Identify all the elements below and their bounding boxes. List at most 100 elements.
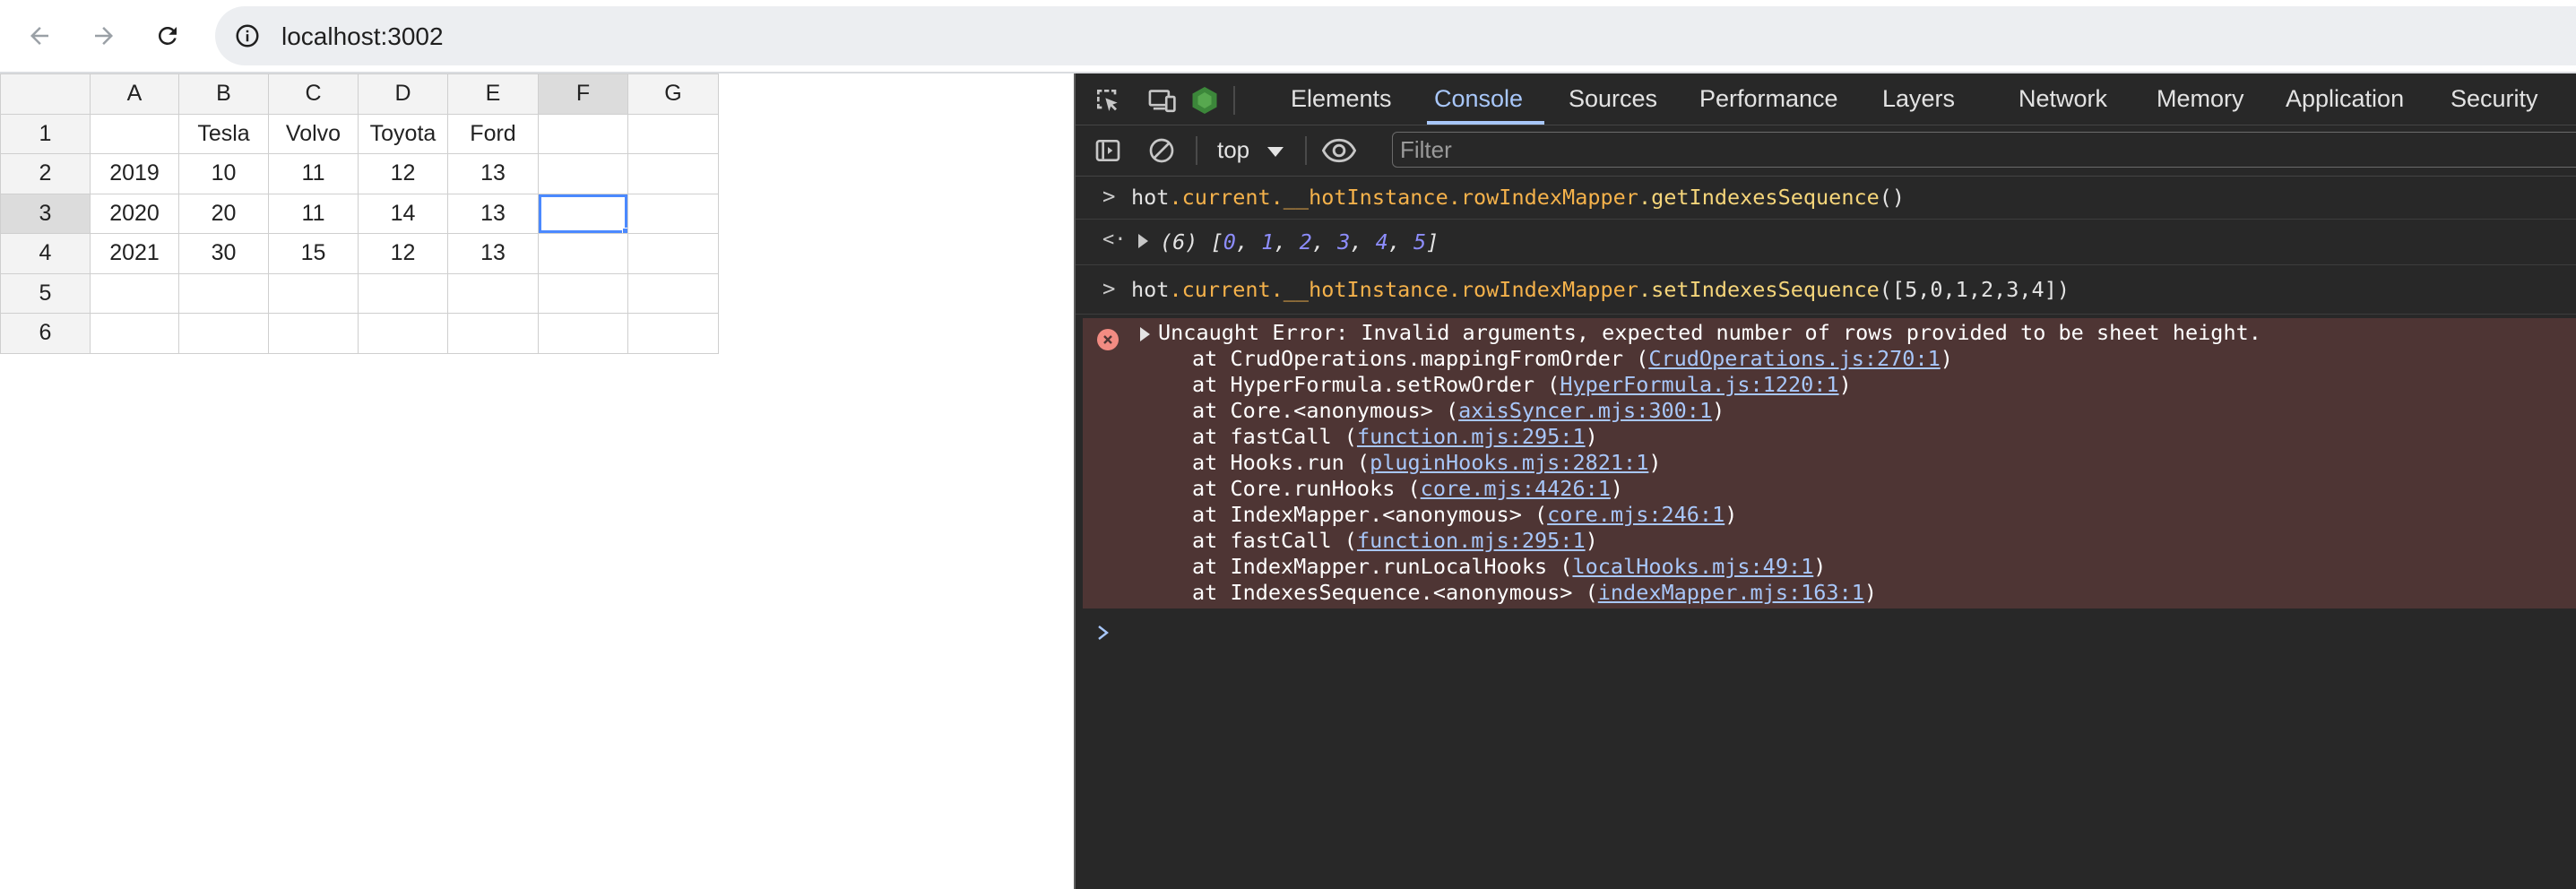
column-header[interactable]: C xyxy=(268,73,359,115)
clear-console-button[interactable] xyxy=(1144,133,1180,168)
console-command[interactable]: hot.current.__hotInstance.rowIndexMapper… xyxy=(1131,277,2070,302)
cell[interactable] xyxy=(538,113,628,154)
selected-cell[interactable] xyxy=(538,193,628,234)
column-header-active[interactable]: F xyxy=(538,73,628,115)
forward-button[interactable] xyxy=(81,13,127,59)
cell[interactable] xyxy=(538,233,628,274)
cell[interactable]: Toyota xyxy=(358,113,448,154)
expand-triangle-icon[interactable] xyxy=(1140,327,1150,341)
tab-performance[interactable]: Performance xyxy=(1699,85,1838,113)
tab-memory[interactable]: Memory xyxy=(2157,85,2244,113)
tab-layers[interactable]: Layers xyxy=(1882,85,1955,113)
cell[interactable] xyxy=(90,113,179,154)
code-token: .rowIndexMapper xyxy=(1448,185,1638,210)
source-link[interactable]: core.mjs:4426:1 xyxy=(1421,476,1611,501)
inspect-element-button[interactable] xyxy=(1090,82,1126,118)
row-header[interactable]: 4 xyxy=(0,233,91,274)
source-link[interactable]: CrudOperations.js:270:1 xyxy=(1648,346,1940,371)
cell[interactable]: 13 xyxy=(447,153,539,194)
cell[interactable] xyxy=(268,272,359,314)
cell[interactable] xyxy=(627,272,719,314)
cell[interactable] xyxy=(358,313,448,354)
fill-handle[interactable] xyxy=(622,228,627,233)
row-header[interactable]: 5 xyxy=(0,272,91,314)
source-link[interactable]: pluginHooks.mjs:2821:1 xyxy=(1370,450,1648,475)
row-header[interactable]: 2 xyxy=(0,153,91,194)
cell[interactable]: 10 xyxy=(178,153,269,194)
source-link[interactable]: core.mjs:246:1 xyxy=(1547,502,1725,527)
console-filter[interactable] xyxy=(1392,132,2576,168)
cell[interactable]: 11 xyxy=(268,153,359,194)
tab-network[interactable]: Network xyxy=(2018,85,2107,113)
cell[interactable] xyxy=(627,193,719,234)
reload-button[interactable] xyxy=(144,13,191,59)
cell[interactable] xyxy=(178,313,269,354)
cell[interactable]: 2021 xyxy=(90,233,179,274)
source-link[interactable]: function.mjs:295:1 xyxy=(1357,528,1586,553)
cell[interactable] xyxy=(178,272,269,314)
cell[interactable] xyxy=(538,153,628,194)
site-info-button[interactable] xyxy=(226,14,269,57)
cell[interactable] xyxy=(627,113,719,154)
cell[interactable]: 2019 xyxy=(90,153,179,194)
cell[interactable] xyxy=(538,313,628,354)
expand-triangle-icon[interactable] xyxy=(1138,234,1148,248)
source-link[interactable]: HyperFormula.js:1220:1 xyxy=(1560,372,1838,397)
cell[interactable] xyxy=(447,272,539,314)
column-header[interactable]: A xyxy=(90,73,179,115)
cell[interactable]: Ford xyxy=(447,113,539,154)
address-bar[interactable]: localhost:3002 xyxy=(215,6,2576,65)
cell[interactable] xyxy=(90,272,179,314)
source-link[interactable]: indexMapper.mjs:163:1 xyxy=(1598,580,1864,605)
cell[interactable]: 15 xyxy=(268,233,359,274)
cell[interactable]: 20 xyxy=(178,193,269,234)
source-link[interactable]: axisSyncer.mjs:300:1 xyxy=(1458,398,1712,423)
cell[interactable] xyxy=(90,313,179,354)
cell[interactable]: 12 xyxy=(358,233,448,274)
tab-sources[interactable]: Sources xyxy=(1569,85,1657,113)
code-token: .rowIndexMapper xyxy=(1448,277,1638,302)
console-prompt[interactable] xyxy=(1095,623,1113,643)
row-header[interactable]: 6 xyxy=(0,313,91,354)
column-header[interactable]: E xyxy=(447,73,539,115)
cell[interactable]: 13 xyxy=(447,233,539,274)
tab-security[interactable]: Security xyxy=(2451,85,2538,113)
cell[interactable]: 12 xyxy=(358,153,448,194)
console-command[interactable]: hot.current.__hotInstance.rowIndexMapper… xyxy=(1131,185,1905,210)
column-header[interactable]: D xyxy=(358,73,448,115)
source-link[interactable]: localHooks.mjs:49:1 xyxy=(1572,554,1813,579)
live-expression-button[interactable] xyxy=(1321,133,1357,168)
context-selector[interactable]: top xyxy=(1217,136,1249,164)
row-header[interactable]: 1 xyxy=(0,113,91,154)
cell[interactable] xyxy=(268,313,359,354)
cell[interactable]: 14 xyxy=(358,193,448,234)
cell[interactable] xyxy=(358,272,448,314)
column-header[interactable]: B xyxy=(178,73,269,115)
cell[interactable] xyxy=(447,313,539,354)
cell[interactable]: 30 xyxy=(178,233,269,274)
show-sidebar-button[interactable] xyxy=(1090,133,1126,168)
cell[interactable] xyxy=(627,153,719,194)
filter-input[interactable] xyxy=(1398,134,2209,165)
cell[interactable]: 11 xyxy=(268,193,359,234)
tab-console[interactable]: Console xyxy=(1434,85,1523,113)
array-preview[interactable]: (6) [0, 1, 2, 3, 4, 5] xyxy=(1160,229,1439,255)
cell[interactable] xyxy=(627,313,719,354)
node-extension-button[interactable] xyxy=(1187,82,1223,118)
source-link[interactable]: function.mjs:295:1 xyxy=(1357,424,1586,449)
column-header[interactable]: G xyxy=(627,73,719,115)
cell[interactable] xyxy=(538,272,628,314)
cell[interactable]: 13 xyxy=(447,193,539,234)
error-text[interactable]: Uncaught Error: Invalid arguments, expec… xyxy=(1158,320,2261,345)
cell[interactable]: Tesla xyxy=(178,113,269,154)
url-text[interactable]: localhost:3002 xyxy=(281,22,444,51)
tab-elements[interactable]: Elements xyxy=(1291,85,1392,113)
row-header-active[interactable]: 3 xyxy=(0,193,91,234)
device-toolbar-button[interactable] xyxy=(1144,82,1180,118)
cell[interactable] xyxy=(627,233,719,274)
cell[interactable]: Volvo xyxy=(268,113,359,154)
back-button[interactable] xyxy=(16,13,63,59)
corner-cell[interactable] xyxy=(0,73,91,115)
cell[interactable]: 2020 xyxy=(90,193,179,234)
tab-application[interactable]: Application xyxy=(2286,85,2404,113)
